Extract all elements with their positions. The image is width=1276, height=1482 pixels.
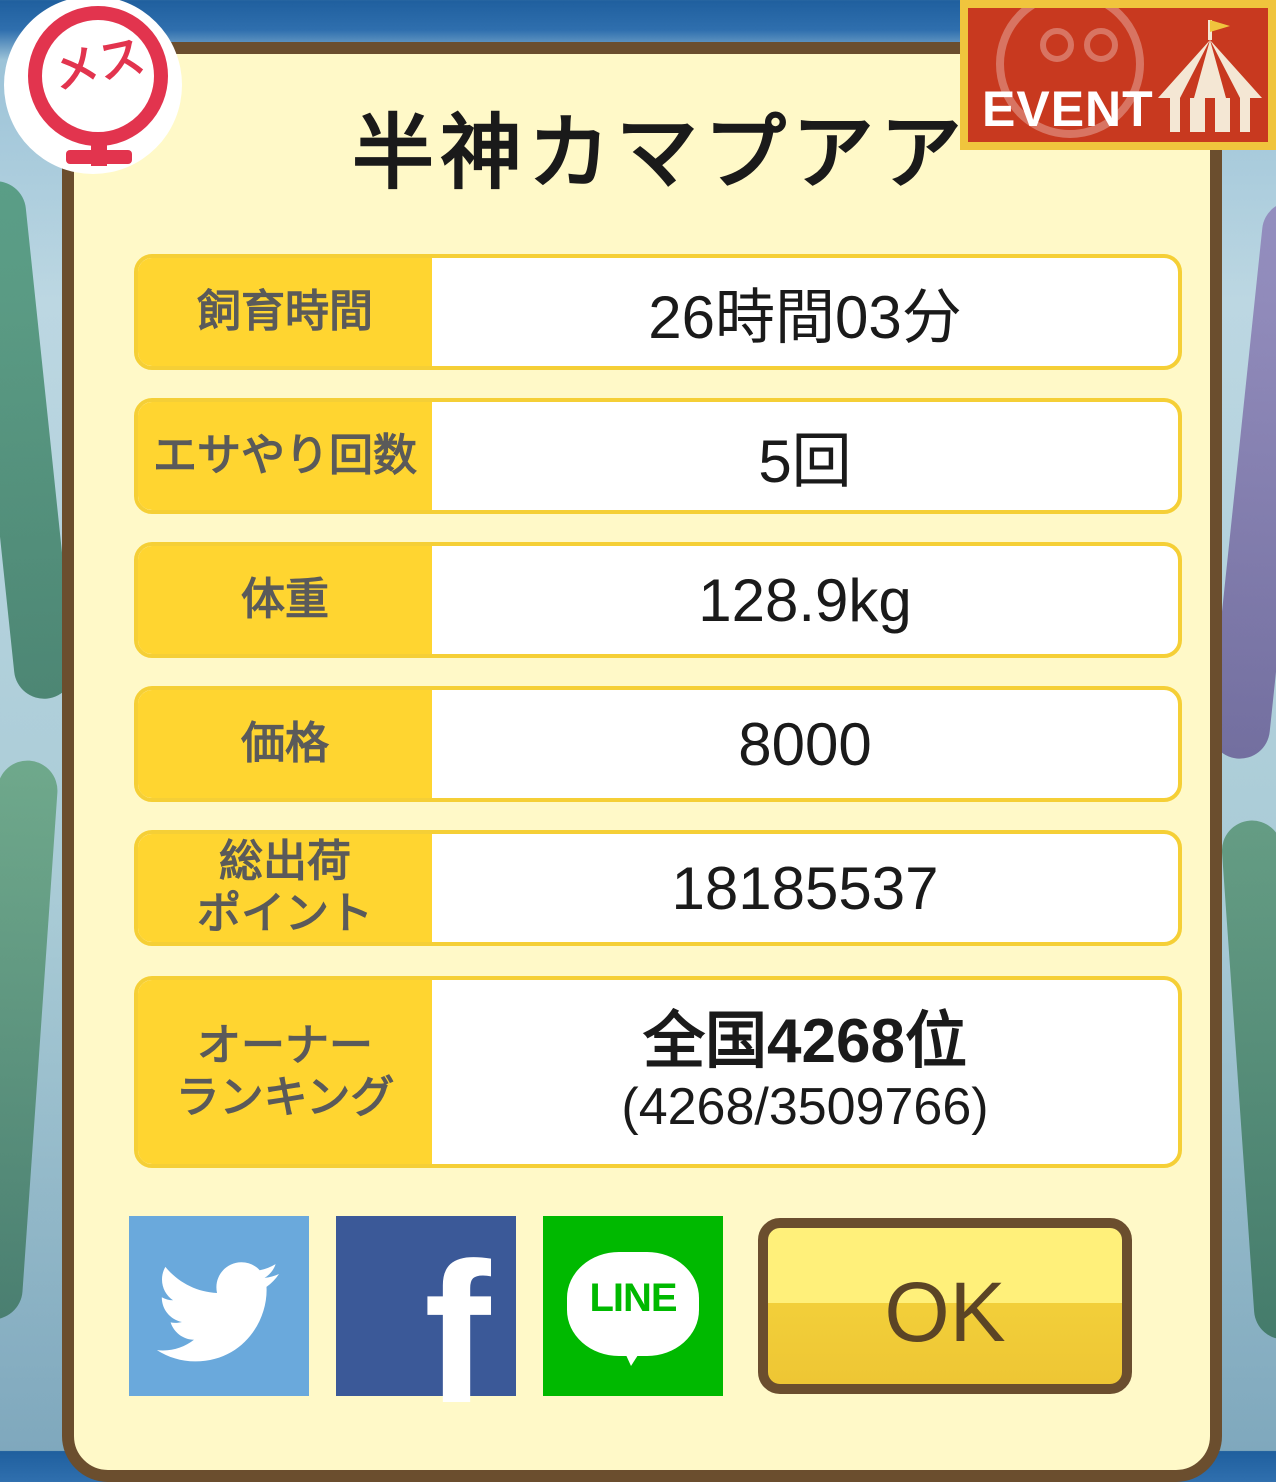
seaweed-decoration	[1219, 818, 1276, 1342]
ranking-detail: (4268/3509766)	[621, 1078, 989, 1136]
twitter-bird-icon	[156, 1262, 279, 1362]
stat-value: 5回	[758, 427, 852, 495]
stat-value: 26時間03分	[648, 283, 962, 351]
stat-label-line1: オーナー	[197, 1020, 373, 1071]
line-share-button[interactable]: LINE	[543, 1216, 723, 1396]
stat-value: 18185537	[671, 854, 939, 922]
fish-name-title: 半神カマプアア	[351, 106, 968, 201]
stat-row-price: 価格 8000	[134, 686, 1182, 802]
stat-value: 8000	[738, 710, 872, 778]
stat-value: 128.9kg	[698, 566, 912, 634]
stat-label: 価格	[138, 690, 432, 798]
event-badge[interactable]: EVENT	[960, 0, 1276, 150]
stat-label-line2: ポイント	[197, 888, 373, 939]
stat-label: エサやり回数	[138, 402, 432, 510]
gender-badge: メス	[8, 0, 178, 170]
stat-label-line2: ランキング	[175, 1072, 395, 1123]
female-symbol-cross	[66, 150, 132, 164]
stat-row-owner-ranking: オーナー ランキング 全国4268位 (4268/3509766)	[134, 976, 1182, 1168]
stat-label: 体重	[138, 546, 432, 654]
stat-label-line1: 総出荷	[219, 836, 351, 887]
facebook-share-button[interactable]: f	[336, 1216, 516, 1434]
stat-row-feed-count: エサやり回数 5回	[134, 398, 1182, 514]
stat-row-breeding-time: 飼育時間 26時間03分	[134, 254, 1182, 370]
ok-label: OK	[884, 1265, 1006, 1359]
event-label: EVENT	[982, 81, 1154, 137]
stat-label: 総出荷 ポイント	[138, 834, 432, 942]
line-bubble-tail	[621, 1344, 645, 1366]
twitter-share-button[interactable]	[129, 1216, 309, 1396]
line-label: LINE	[589, 1276, 677, 1320]
ok-button[interactable]: OK	[758, 1218, 1132, 1394]
stat-row-shipping-points: 総出荷 ポイント 18185537	[134, 830, 1182, 946]
ranking-main: 全国4268位	[643, 1007, 967, 1076]
seaweed-decoration	[0, 758, 60, 1322]
circus-tent-icon	[1158, 20, 1262, 132]
stat-label: 飼育時間	[138, 258, 432, 366]
stat-row-weight: 体重 128.9kg	[134, 542, 1182, 658]
stat-value: 全国4268位 (4268/3509766)	[432, 980, 1178, 1164]
facebook-f-icon: f	[424, 1222, 491, 1445]
stat-label: オーナー ランキング	[138, 980, 432, 1164]
